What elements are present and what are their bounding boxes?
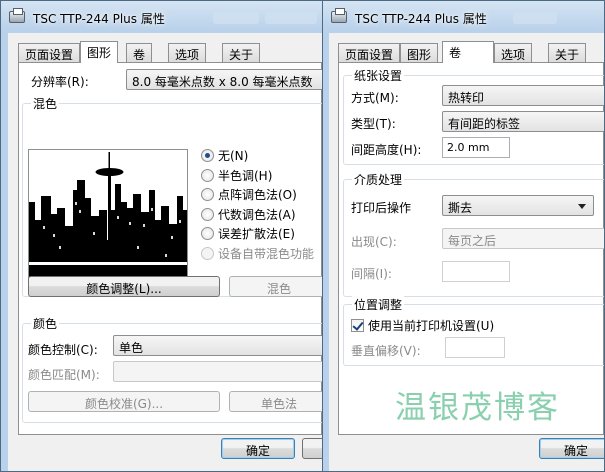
title-bar[interactable]: TSC TTP-244 Plus 属性 (1, 1, 329, 33)
color-match-combo[interactable] (113, 361, 329, 382)
dither-settings-button[interactable]: 混色 (229, 276, 329, 297)
dither-none-radio[interactable]: 无(N) (201, 147, 248, 164)
tab-options[interactable]: 选项 (168, 43, 207, 62)
gap-height-label: 间距高度(H): (351, 143, 422, 157)
interval-label: 间隔(I): (351, 267, 392, 281)
resolution-label: 分辨率(R): (31, 75, 89, 89)
tab-graphics[interactable]: 图形 (400, 43, 439, 62)
graphics-panel: 分辨率(R): 8.0 每毫米点数 x 8.0 每毫米点数 混色 无(N) 半色… (18, 62, 329, 435)
tab-page-setup[interactable]: 页面设置 (18, 43, 81, 62)
tab-page-setup[interactable]: 页面设置 (338, 43, 401, 62)
color-control-label: 颜色控制(C): (28, 343, 98, 357)
occurrence-label: 出现(C): (351, 235, 397, 249)
method-label: 方式(M): (351, 91, 399, 105)
resolution-combo[interactable]: 8.0 每毫米点数 x 8.0 每毫米点数 (126, 69, 329, 90)
tab-graphics[interactable]: 图形 (80, 41, 119, 63)
chevron-down-icon (578, 204, 586, 209)
dither-group-title: 混色 (31, 95, 60, 112)
gap-height-input[interactable]: 2.0 mm (442, 137, 510, 158)
stock-panel: 纸张设置 方式(M): 热转印 类型(T): 有间距的标签 间距高度(H): 2… (338, 62, 604, 435)
occurrence-value: 每页之后 (448, 234, 497, 248)
tab-about[interactable]: 关于 (548, 43, 587, 62)
title-blur (213, 12, 259, 24)
blog-watermark: 温银茂博客 (395, 390, 560, 426)
printer-icon (331, 8, 347, 23)
color-adjust-button[interactable]: 颜色调整(L)... (28, 276, 220, 297)
dither-error-diffusion-radio[interactable]: 误差扩散法(E) (201, 225, 295, 242)
type-combo[interactable]: 有间距的标签 (442, 111, 604, 132)
window-title: TSC TTP-244 Plus 属性 (33, 12, 165, 26)
color-group-title: 颜色 (31, 315, 60, 332)
dither-halftone-radio[interactable]: 半色调(H) (201, 167, 272, 184)
vertical-offset-input[interactable] (445, 337, 505, 358)
color-match-label: 颜色匹配(M): (28, 368, 100, 382)
post-print-combo[interactable]: 撕去 (442, 195, 594, 216)
interval-input[interactable] (442, 261, 510, 282)
tab-stock[interactable]: 卷 (442, 41, 494, 63)
position-group-title: 位置调整 (352, 296, 405, 313)
occurrence-combo[interactable]: 每页之后 (442, 228, 604, 249)
tab-options[interactable]: 选项 (494, 43, 533, 62)
method-combo[interactable]: 热转印 (442, 85, 604, 106)
city-skyline-preview (29, 152, 187, 280)
ok-button[interactable]: 确定 (221, 438, 295, 459)
mono-method-button[interactable]: 单色法 (229, 391, 329, 412)
window-title: TSC TTP-244 Plus 属性 (355, 12, 487, 26)
dither-preview-image (28, 149, 188, 281)
type-label: 类型(T): (351, 117, 396, 131)
media-group-title: 介质处理 (352, 171, 405, 188)
dither-device-radio[interactable]: 设备自带混色功能 (201, 245, 314, 262)
color-calibrate-button[interactable]: 颜色校准(G)... (28, 391, 220, 412)
title-blur (513, 12, 557, 24)
tab-stock[interactable]: 卷 (126, 43, 153, 62)
left-properties-window: TSC TTP-244 Plus 属性 页面设置 图形 卷 选项 关于 分辨率(… (0, 0, 330, 472)
post-print-value: 撕去 (448, 201, 473, 215)
post-print-label: 打印后操作 (351, 201, 412, 215)
use-current-settings-checkbox[interactable]: 使用当前打印机设置(U) (351, 317, 494, 334)
vertical-offset-label: 垂直偏移(V): (351, 344, 421, 358)
dither-algebraic-radio[interactable]: 代数调色法(A) (201, 206, 296, 223)
title-blur (265, 12, 317, 24)
method-value: 热转印 (448, 91, 485, 105)
ok-button[interactable]: 确定 (539, 438, 604, 459)
color-control-value: 单色 (119, 341, 144, 355)
dither-ordered-radio[interactable]: 点阵调色法(O) (201, 186, 297, 203)
tab-about[interactable]: 关于 (222, 43, 261, 62)
color-control-combo[interactable]: 单色 (113, 335, 329, 356)
resolution-value: 8.0 每毫米点数 x 8.0 每毫米点数 (132, 75, 313, 89)
type-value: 有间距的标签 (448, 117, 521, 131)
printer-icon (9, 8, 25, 23)
title-bar[interactable]: TSC TTP-244 Plus 属性 (323, 1, 604, 33)
dialog-client: 页面设置 图形 卷 选项 关于 分辨率(R): 8.0 每毫米点数 x 8.0 … (8, 33, 329, 471)
stock-group-title: 纸张设置 (352, 67, 405, 84)
